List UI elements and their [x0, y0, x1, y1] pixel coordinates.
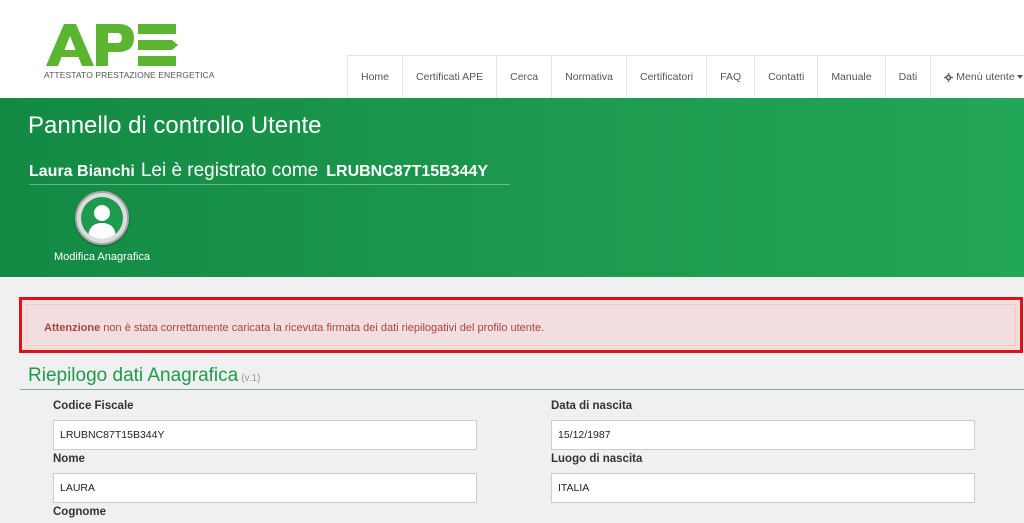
user-icon — [88, 205, 116, 239]
user-fiscal-code: LRUBNC87T15B344Y — [326, 163, 489, 180]
section-title-text: Riepilogo dati Anagrafica — [28, 365, 239, 386]
alert-strong: Attenzione — [44, 322, 101, 334]
edit-profile-label: Modifica Anagrafica — [54, 251, 150, 263]
divider — [29, 184, 511, 185]
nav-cerca[interactable]: Cerca — [497, 55, 553, 98]
luogo-nascita-label: Luogo di nascita — [551, 453, 643, 465]
edit-profile-button[interactable]: Modifica Anagrafica — [47, 191, 157, 263]
caret-down-icon — [1016, 75, 1023, 79]
alert-body: non è stata correttamente caricata la ri… — [103, 322, 545, 334]
nav-user-menu[interactable]: Menù utente — [931, 55, 1024, 98]
luogo-nascita-field[interactable] — [551, 473, 975, 503]
avatar — [75, 191, 129, 245]
data-nascita-label: Data di nascita — [551, 400, 633, 412]
nav-dati[interactable]: Dati — [885, 55, 932, 98]
user-name: Laura Bianchi — [29, 163, 135, 180]
nav-faq[interactable]: FAQ — [707, 55, 756, 98]
registered-as-text: Lei è registrato come — [140, 160, 319, 181]
codice-fiscale-field[interactable] — [53, 420, 477, 450]
cognome-label: Cognome — [53, 506, 107, 518]
logo-subtitle: ATTESTATO PRESTAZIONE ENERGETICA — [44, 70, 215, 80]
section-title: Riepilogo dati Anagrafica (v.1) — [28, 365, 260, 387]
user-panel-banner: Pannello di controllo Utente Laura Bianc… — [0, 98, 1024, 277]
warning-alert: Attenzione non è stata correttamente car… — [19, 297, 1023, 353]
ape-logo[interactable]: ATTESTATO PRESTAZIONE ENERGETICA — [44, 20, 214, 90]
user-info: Laura Bianchi Lei è registrato come LRUBNC… — [29, 160, 511, 185]
alert-message: Attenzione non è stata correttamente car… — [44, 322, 544, 334]
ape-logo-mark — [46, 24, 178, 66]
nome-label: Nome — [53, 453, 85, 465]
section-version: (v.1) — [241, 373, 261, 384]
nav-certificatori[interactable]: Certificatori — [627, 55, 708, 98]
page-title: Pannello di controllo Utente — [28, 112, 322, 139]
nav-normativa[interactable]: Normativa — [552, 55, 627, 98]
nav-home[interactable]: Home — [347, 55, 404, 98]
codice-fiscale-label: Codice Fiscale — [53, 400, 134, 412]
top-header: ATTESTATO PRESTAZIONE ENERGETICA Home Ce… — [0, 0, 1024, 98]
section-divider — [20, 389, 1024, 390]
main-nav: Home Certificati APE Cerca Normativa Cer… — [347, 55, 1024, 98]
nav-contatti[interactable]: Contatti — [755, 55, 819, 98]
gear-icon — [944, 72, 954, 82]
nav-certificati-ape[interactable]: Certificati APE — [403, 55, 498, 98]
nome-field[interactable] — [53, 473, 477, 503]
nav-manuale[interactable]: Manuale — [818, 55, 886, 98]
user-menu-label: Menù utente — [956, 71, 1015, 83]
data-nascita-field[interactable] — [551, 420, 975, 450]
